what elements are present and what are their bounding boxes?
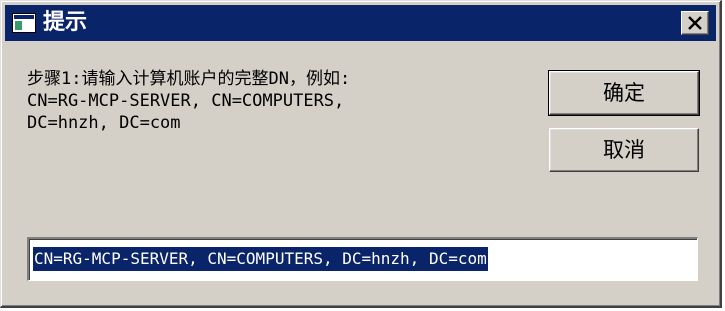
prompt-line: CN=RG-MCP-SERVER, CN=COMPUTERS,	[27, 91, 345, 111]
title-bar[interactable]: 提示	[5, 5, 716, 41]
prompt-line: DC=hnzh, DC=com	[27, 113, 181, 133]
window-icon	[12, 13, 36, 33]
close-button[interactable]	[681, 11, 709, 35]
prompt-text: 步骤1:请输入计算机账户的完整DN，例如: CN=RG-MCP-SERVER, C…	[27, 68, 527, 134]
dialog-title: 提示	[43, 10, 88, 35]
cancel-button[interactable]: 取消	[549, 128, 699, 172]
prompt-line: 步骤1:请输入计算机账户的完整DN，例如:	[27, 69, 351, 89]
dn-input-value[interactable]: CN=RG-MCP-SERVER, CN=COMPUTERS, DC=hnzh,…	[33, 247, 488, 271]
ok-button[interactable]: 确定	[548, 70, 700, 116]
close-icon	[688, 16, 702, 30]
dn-input-field[interactable]: CN=RG-MCP-SERVER, CN=COMPUTERS, DC=hnzh,…	[27, 237, 698, 281]
prompt-dialog: 提示 步骤1:请输入计算机账户的完整DN，例如: CN=RG-MCP-SERVER…	[0, 0, 722, 308]
